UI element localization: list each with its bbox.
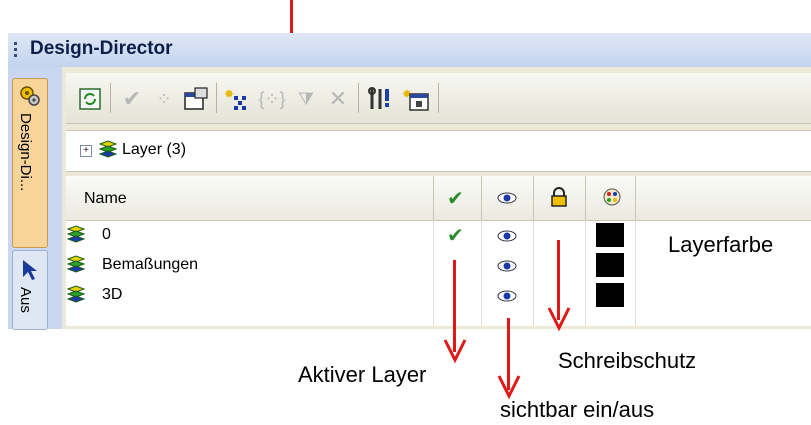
group-layer-button[interactable]: {⁘} [258,85,286,113]
layer-tree: + Layer (3) [66,130,811,172]
cursor-arrow-icon [23,260,37,280]
group-disabled-icon: {⁘} [258,89,286,109]
layer-icon [66,285,86,303]
titlebar-grip-icon[interactable] [14,42,18,62]
toolbar-separator [216,83,217,113]
refresh-icon [79,88,101,110]
tools-icon [368,87,389,109]
table-header: Name ✔ [66,176,811,221]
checkmark-icon: ✔ [447,188,464,210]
column-header-visible[interactable] [481,176,534,220]
filter-button[interactable]: ⧩ [292,85,320,113]
side-tab-label: Design-Di... [17,113,34,192]
eye-icon [497,192,517,204]
toolbar-separator [110,83,111,113]
column-header-active[interactable]: ✔ [433,176,482,220]
layer-color-swatch[interactable] [596,283,624,307]
column-header-color[interactable] [585,176,636,220]
arrowhead-active [443,339,467,364]
eye-icon[interactable] [497,290,517,302]
expand-toggle-icon[interactable]: + [80,145,92,157]
filter-disabled-icon: ⧩ [297,89,315,109]
properties-icon [184,87,208,110]
set-active-button[interactable]: ✔ [118,85,146,113]
active-checkmark-icon[interactable]: ✔ [447,223,464,248]
layers-icon [98,140,118,158]
column-header-lock[interactable] [533,176,586,220]
annotation-write-protect: Schreibschutz [558,348,697,373]
new-layer-button[interactable]: ✸ [224,85,252,113]
layer-name[interactable]: Bemaßungen [102,256,198,274]
tree-node-label[interactable]: Layer (3) [122,141,186,159]
layer-icon [66,225,86,243]
annotation-visible-toggle: sichtbar ein/aus [500,397,655,422]
lock-icon [551,187,567,207]
toolbar-separator [358,83,359,113]
new-window-icon: ✸ [402,87,429,111]
gears-icon [20,86,40,106]
properties-button[interactable] [182,85,210,113]
new-window-layer-button[interactable]: ✸ [402,85,430,113]
eye-icon[interactable] [497,230,517,242]
checkmark-disabled-icon: ✔ [122,86,142,111]
layer-icon [66,255,86,273]
layer-settings-button[interactable] [366,85,394,113]
annotation-active-layer: Aktiver Layer [298,362,427,387]
table-row[interactable]: 3D [66,280,811,310]
side-tab-label: Aus [17,287,34,313]
toolbar: ✔ ⁘ ✸ {⁘} ⧩ ✕ ✸ [66,73,811,124]
layer-name[interactable]: 0 [102,226,111,244]
new-layer-sparkle-icon: ✸ [224,87,246,110]
side-tab-aus[interactable]: Aus [12,250,48,330]
arrowhead-lock [547,307,571,332]
layer-color-swatch[interactable] [596,223,624,247]
window-title: Design-Director [30,38,173,59]
annotation-layer-color: Layerfarbe [668,232,774,257]
delete-disabled-icon: ✕ [328,86,348,111]
select-objects-disabled-icon: ⁘ [156,89,172,109]
side-tab-design-director[interactable]: Design-Di... [12,78,48,248]
layer-color-swatch[interactable] [596,253,624,277]
column-divider [66,176,434,220]
toolbar-separator [438,83,439,113]
refresh-button[interactable] [76,85,104,113]
palette-icon [603,188,621,206]
svg-text:✸: ✸ [224,87,234,101]
layer-name[interactable]: 3D [102,286,122,304]
select-objects-button[interactable]: ⁘ [150,85,178,113]
eye-icon[interactable] [497,260,517,272]
delete-button[interactable]: ✕ [324,85,352,113]
